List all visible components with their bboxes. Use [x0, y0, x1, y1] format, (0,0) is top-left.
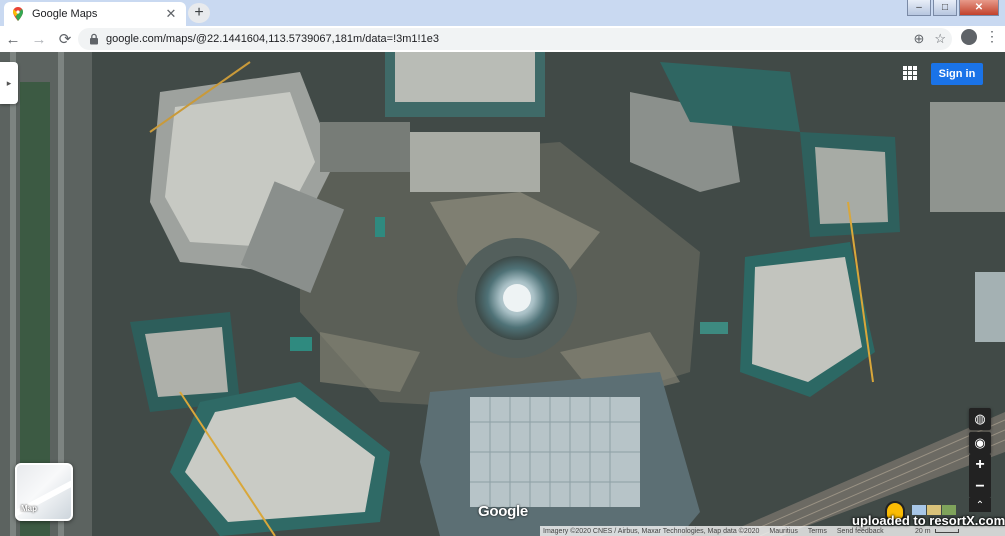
close-window-button[interactable]: ✕	[959, 0, 999, 16]
expand-imagery-button[interactable]: ⌃	[969, 498, 991, 512]
globe-view-button[interactable]: ◍	[969, 408, 991, 430]
omnibox-actions: ⊕ ☆	[913, 31, 946, 47]
map-layer-switcher[interactable]: Map	[15, 463, 73, 521]
google-logo: Google	[478, 503, 528, 520]
tab-google-maps[interactable]: Google Maps ✕	[4, 2, 186, 26]
terms-link[interactable]: Terms	[808, 528, 827, 535]
side-panel-toggle[interactable]: ▸	[0, 62, 18, 104]
minimize-button[interactable]: –	[907, 0, 931, 16]
new-tab-button[interactable]: +	[188, 3, 210, 23]
google-maps-pin-icon	[13, 7, 23, 21]
tab-title: Google Maps	[32, 8, 98, 20]
imagery-credit: Imagery ©2020 CNES / Airbus, Maxar Techn…	[543, 527, 760, 535]
sign-in-button[interactable]: Sign in	[931, 63, 983, 85]
toolbar-right: ⋮	[961, 28, 999, 45]
scale-bar	[934, 529, 959, 533]
bookmark-star-icon[interactable]: ☆	[934, 31, 946, 47]
country-link[interactable]: Mauritius	[769, 528, 797, 535]
url-text: google.com/maps/@22.1441604,113.5739067,…	[106, 33, 439, 45]
zoom-out-button[interactable]: −	[969, 476, 991, 498]
reload-button[interactable]: ⟳	[52, 26, 78, 52]
my-location-button[interactable]: ◉	[969, 432, 991, 454]
window-controls: – □ ✕	[907, 0, 999, 16]
zoom-controls: + −	[969, 454, 991, 498]
satellite-imagery	[0, 52, 1005, 536]
add-location-icon[interactable]: ⊕	[913, 31, 924, 47]
zoom-in-button[interactable]: +	[969, 454, 991, 476]
layer-label: Map	[21, 504, 37, 513]
watermark-text: uploaded to resortX.com	[852, 513, 1005, 528]
send-feedback-link[interactable]: Send feedback	[837, 528, 884, 535]
scale-label: 20 m	[915, 527, 931, 535]
google-apps-icon[interactable]	[903, 66, 917, 80]
browser-menu-icon[interactable]: ⋮	[985, 28, 999, 45]
satellite-map[interactable]: ▸ Sign in ◍ ◉ + − ⌃ Map Google Imagery ©…	[0, 52, 1005, 536]
address-bar[interactable]: google.com/maps/@22.1441604,113.5739067,…	[78, 28, 952, 50]
tab-strip: Google Maps ✕ + – □ ✕	[0, 0, 1005, 26]
profile-avatar-icon[interactable]	[961, 28, 977, 45]
forward-button[interactable]: →	[26, 26, 52, 52]
tab-close-icon[interactable]: ✕	[164, 7, 178, 21]
globe-icon: ◍	[974, 411, 986, 426]
maximize-button[interactable]: □	[933, 0, 957, 16]
back-button[interactable]: ←	[0, 26, 26, 52]
browser-window: Google Maps ✕ + – □ ✕ ← → ⟳ google.com/m…	[0, 0, 1005, 536]
browser-toolbar: ← → ⟳ google.com/maps/@22.1441604,113.57…	[0, 26, 1005, 52]
lock-icon	[90, 33, 98, 45]
location-target-icon: ◉	[974, 435, 986, 450]
